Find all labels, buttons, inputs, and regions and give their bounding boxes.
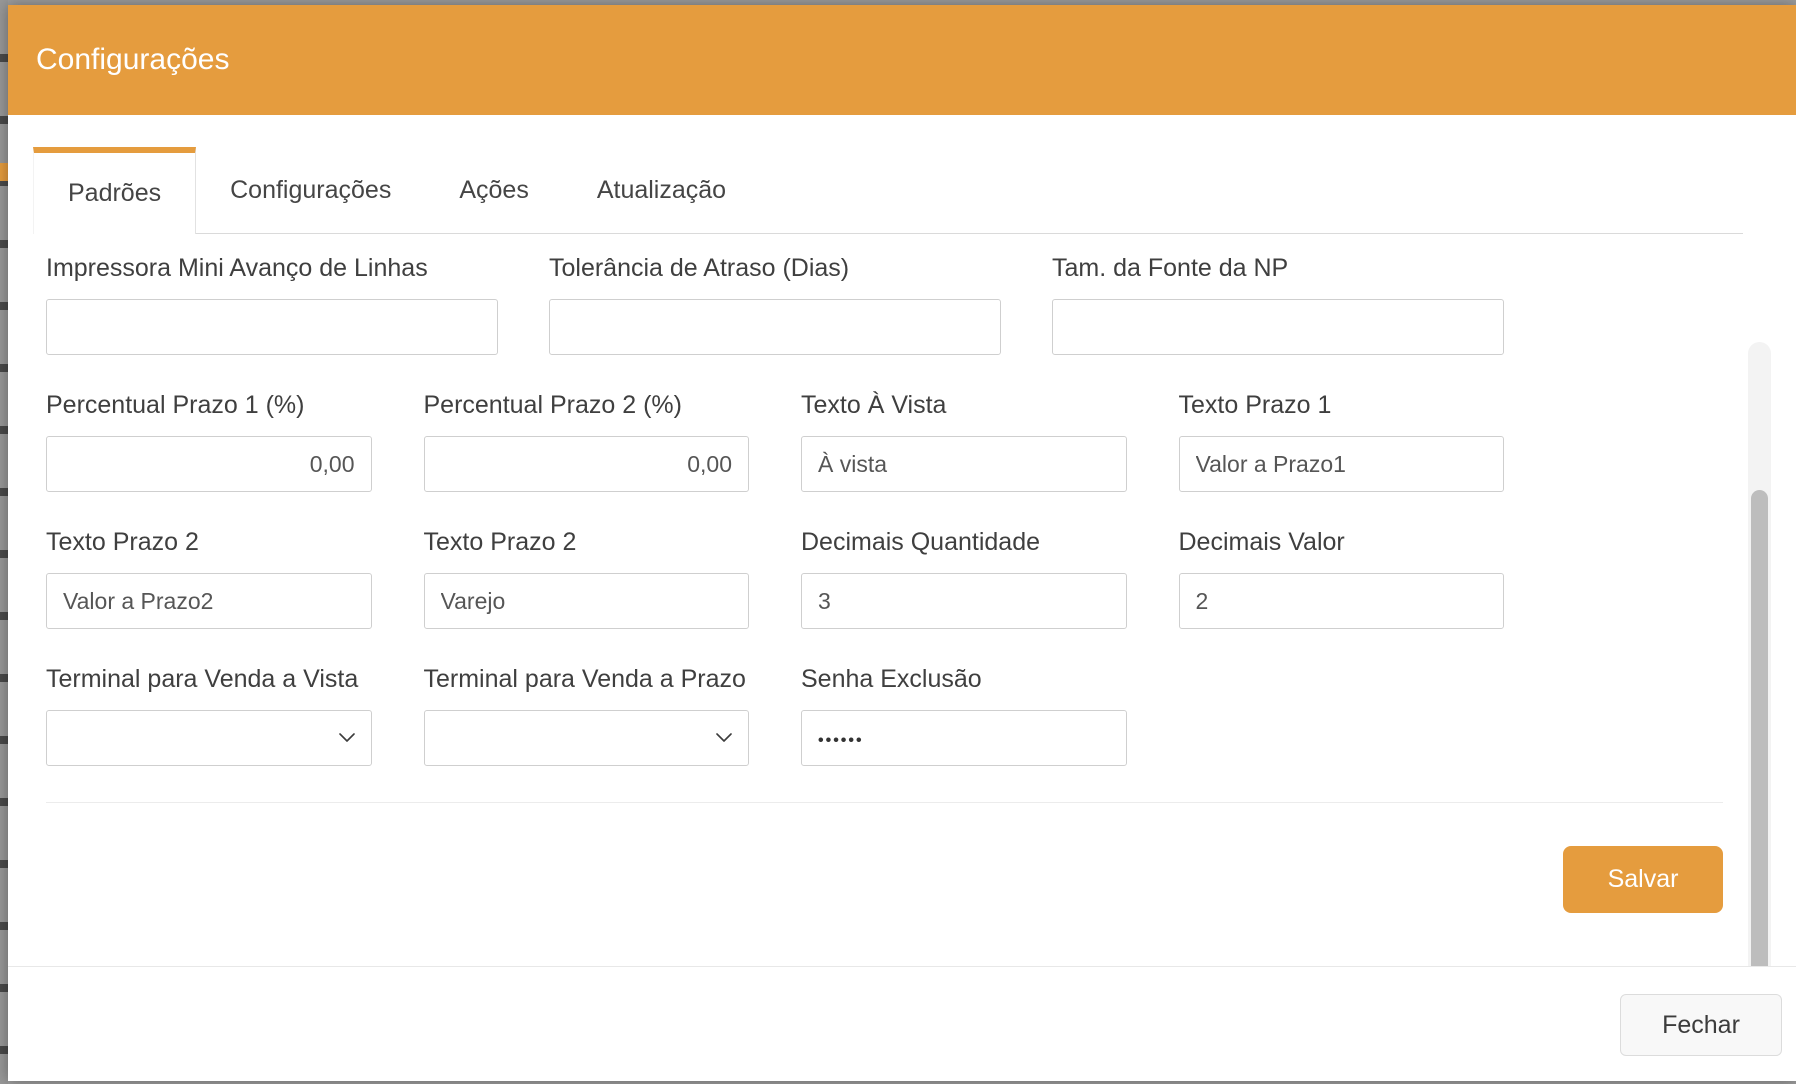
chevron-down-icon — [339, 733, 355, 743]
empty-cell — [1179, 665, 1505, 766]
texto-prazo-2-varejo-input[interactable] — [424, 573, 750, 629]
texto-prazo-1-input[interactable] — [1179, 436, 1505, 492]
field-percentual-prazo-1: Percentual Prazo 1 (%) — [46, 391, 372, 492]
tab-bar: Padrões Configurações Ações Atualização — [33, 147, 1743, 234]
field-texto-prazo-2: Texto Prazo 2 — [46, 528, 372, 629]
texto-a-vista-input[interactable] — [801, 436, 1127, 492]
tab-configuracoes[interactable]: Configurações — [196, 147, 425, 233]
tab-panel-padroes: Impressora Mini Avanço de Linhas Tolerân… — [8, 254, 1796, 913]
tab-padroes[interactable]: Padrões — [33, 147, 196, 234]
field-label: Decimais Quantidade — [801, 528, 1127, 557]
field-label: Tolerância de Atraso (Dias) — [549, 254, 1001, 283]
tolerancia-atraso-input[interactable] — [549, 299, 1001, 355]
form-row-3: Texto Prazo 2 Texto Prazo 2 Decimais Qua… — [46, 528, 1504, 629]
field-texto-prazo-2-varejo: Texto Prazo 2 — [424, 528, 750, 629]
field-label: Percentual Prazo 1 (%) — [46, 391, 372, 420]
tab-label: Atualização — [597, 176, 726, 205]
field-texto-a-vista: Texto À Vista — [801, 391, 1127, 492]
close-button[interactable]: Fechar — [1620, 994, 1782, 1056]
field-decimais-valor: Decimais Valor — [1179, 528, 1505, 629]
save-button[interactable]: Salvar — [1563, 846, 1723, 913]
scrollbar-thumb[interactable] — [1751, 490, 1768, 966]
decimais-valor-input[interactable] — [1179, 573, 1505, 629]
terminal-venda-a-prazo-select[interactable] — [424, 710, 750, 766]
form-row-4: Terminal para Venda a Vista Terminal par… — [46, 665, 1504, 766]
dialog-body: Padrões Configurações Ações Atualização … — [8, 115, 1796, 966]
field-label: Percentual Prazo 2 (%) — [424, 391, 750, 420]
field-terminal-venda-a-vista: Terminal para Venda a Vista — [46, 665, 372, 766]
tab-label: Configurações — [230, 176, 391, 205]
field-impressora-mini-avanco-de-linhas: Impressora Mini Avanço de Linhas — [46, 254, 498, 355]
dialog-footer: Fechar — [8, 966, 1796, 1081]
percentual-prazo-1-input[interactable] — [46, 436, 372, 492]
field-label: Texto À Vista — [801, 391, 1127, 420]
field-label: Texto Prazo 1 — [1179, 391, 1505, 420]
terminal-venda-a-vista-select[interactable] — [46, 710, 372, 766]
field-senha-exclusao: Senha Exclusão — [801, 665, 1127, 766]
tab-label: Padrões — [68, 179, 161, 208]
tab-label: Ações — [459, 176, 528, 205]
percentual-prazo-2-input[interactable] — [424, 436, 750, 492]
save-row: Salvar — [46, 846, 1723, 913]
dialog-title: Configurações — [36, 43, 229, 77]
field-terminal-venda-a-prazo: Terminal para Venda a Prazo — [424, 665, 750, 766]
form-row-1: Impressora Mini Avanço de Linhas Tolerân… — [46, 254, 1504, 355]
configuracoes-dialog: Configurações Padrões Configurações Açõe… — [8, 5, 1796, 1081]
field-tolerancia-de-atraso: Tolerância de Atraso (Dias) — [549, 254, 1001, 355]
tab-acoes[interactable]: Ações — [425, 147, 562, 233]
field-texto-prazo-1: Texto Prazo 1 — [1179, 391, 1505, 492]
tab-atualizacao[interactable]: Atualização — [563, 147, 760, 233]
field-percentual-prazo-2: Percentual Prazo 2 (%) — [424, 391, 750, 492]
texto-prazo-2-input[interactable] — [46, 573, 372, 629]
field-label: Senha Exclusão — [801, 665, 1127, 694]
field-label: Terminal para Venda a Prazo — [424, 665, 750, 694]
dialog-header: Configurações — [8, 5, 1796, 115]
tam-fonte-np-input[interactable] — [1052, 299, 1504, 355]
field-tam-fonte-np: Tam. da Fonte da NP — [1052, 254, 1504, 355]
field-label: Tam. da Fonte da NP — [1052, 254, 1504, 283]
background-page-sliver — [0, 0, 8, 1084]
form-row-2: Percentual Prazo 1 (%) Percentual Prazo … — [46, 391, 1504, 492]
decimais-quantidade-input[interactable] — [801, 573, 1127, 629]
field-label: Terminal para Venda a Vista — [46, 665, 372, 694]
senha-exclusao-input[interactable] — [801, 710, 1127, 766]
field-label: Decimais Valor — [1179, 528, 1505, 557]
background-accent-fragment — [0, 163, 8, 181]
field-label: Texto Prazo 2 — [46, 528, 372, 557]
chevron-down-icon — [716, 733, 732, 743]
section-divider — [46, 802, 1723, 803]
field-label: Impressora Mini Avanço de Linhas — [46, 254, 498, 283]
field-label: Texto Prazo 2 — [424, 528, 750, 557]
impressora-mini-avanco-input[interactable] — [46, 299, 498, 355]
field-decimais-quantidade: Decimais Quantidade — [801, 528, 1127, 629]
